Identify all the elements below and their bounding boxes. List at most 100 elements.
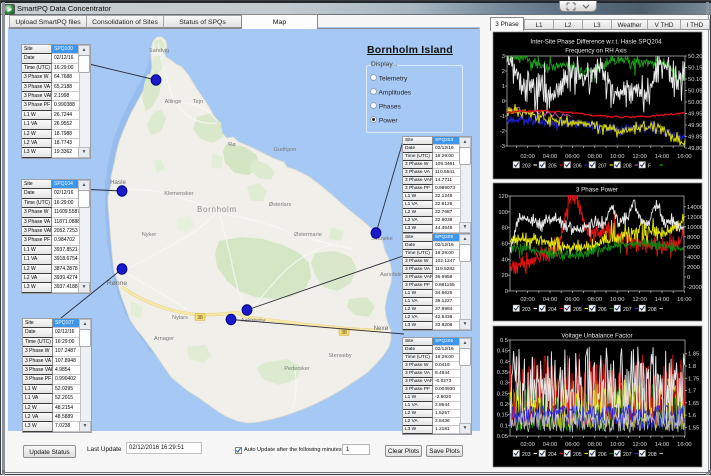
svg-text:50.20: 50.20 xyxy=(688,54,703,60)
svg-text:02:00: 02:00 xyxy=(520,297,535,303)
svg-text:16:00: 16:00 xyxy=(677,297,692,303)
svg-text:205: 205 xyxy=(573,307,582,313)
svg-text:204: 204 xyxy=(548,452,557,458)
svg-text:1.6: 1.6 xyxy=(688,413,696,419)
svg-text:207: 207 xyxy=(623,452,632,458)
svg-text:Gudhjem: Gudhjem xyxy=(274,147,297,153)
svg-text:1.7: 1.7 xyxy=(688,389,696,395)
svg-text:38: 38 xyxy=(341,330,347,336)
svg-text:Nylars: Nylars xyxy=(172,315,188,321)
svg-text:04:00: 04:00 xyxy=(543,297,558,303)
svg-text:1.75: 1.75 xyxy=(688,376,699,382)
svg-text:06:00: 06:00 xyxy=(565,154,580,160)
svg-text:0.15: 0.15 xyxy=(497,413,508,419)
svg-text:4000: 4000 xyxy=(687,255,700,261)
svg-text:Nexø: Nexø xyxy=(374,325,389,332)
svg-text:14000: 14000 xyxy=(687,205,703,211)
svg-text:-3: -3 xyxy=(500,144,505,150)
svg-text:Allinge: Allinge xyxy=(165,99,182,105)
svg-text:49.80: 49.80 xyxy=(688,146,703,152)
svg-text:Rønne: Rønne xyxy=(107,280,128,287)
svg-text:06:00: 06:00 xyxy=(565,442,580,448)
svg-text:14:00: 14:00 xyxy=(655,442,670,448)
svg-text:1.8: 1.8 xyxy=(688,364,696,370)
svg-text:02:00: 02:00 xyxy=(520,442,535,448)
svg-text:207: 207 xyxy=(623,307,632,313)
svg-text:206: 206 xyxy=(598,452,607,458)
svg-text:04:00: 04:00 xyxy=(543,154,558,160)
svg-text:-1: -1 xyxy=(500,114,505,120)
svg-text:6000: 6000 xyxy=(687,245,700,251)
svg-text:Tejn: Tejn xyxy=(193,99,203,105)
svg-text:203: 203 xyxy=(522,307,531,313)
svg-text:Stenseby: Stenseby xyxy=(328,353,352,359)
svg-text:08:00: 08:00 xyxy=(588,154,603,160)
svg-text:12000: 12000 xyxy=(687,215,703,221)
svg-text:2000: 2000 xyxy=(687,265,700,271)
svg-text:60: 60 xyxy=(502,242,508,248)
svg-text:206: 206 xyxy=(573,164,582,170)
svg-text:207: 207 xyxy=(598,164,607,170)
svg-text:100: 100 xyxy=(498,210,508,216)
svg-text:20: 20 xyxy=(502,273,508,279)
svg-text:12:00: 12:00 xyxy=(632,442,647,448)
svg-text:2: 2 xyxy=(502,69,505,75)
svg-text:50.05: 50.05 xyxy=(688,89,703,95)
svg-text:10000: 10000 xyxy=(687,225,703,231)
svg-text:8000: 8000 xyxy=(687,235,700,241)
svg-text:Østermarie: Østermarie xyxy=(294,232,322,238)
svg-text:205: 205 xyxy=(548,164,557,170)
svg-text:Hasle: Hasle xyxy=(110,179,126,186)
svg-text:Nyker: Nyker xyxy=(142,232,157,238)
svg-text:50.10: 50.10 xyxy=(688,77,703,83)
svg-text:203: 203 xyxy=(522,452,531,458)
svg-text:0.3: 0.3 xyxy=(500,381,508,387)
svg-text:49.95: 49.95 xyxy=(688,112,703,118)
svg-text:49.90: 49.90 xyxy=(688,123,703,129)
svg-text:0.25: 0.25 xyxy=(497,391,508,397)
svg-text:0.35: 0.35 xyxy=(497,370,508,376)
svg-text:0.4: 0.4 xyxy=(500,359,509,365)
svg-text:49.85: 49.85 xyxy=(688,135,703,141)
svg-text:Østerlars: Østerlars xyxy=(269,202,292,208)
svg-text:04:00: 04:00 xyxy=(543,442,558,448)
svg-text:208: 208 xyxy=(648,307,657,313)
svg-text:3 Phase Power: 3 Phase Power xyxy=(576,187,618,194)
svg-text:Bornholm: Bornholm xyxy=(197,205,237,214)
svg-text:Inter-Site Phase Difference w.: Inter-Site Phase Difference w.r.t. Hasle… xyxy=(530,39,662,46)
svg-text:08:00: 08:00 xyxy=(588,442,603,448)
svg-text:3: 3 xyxy=(502,54,505,60)
svg-text:Klemensker: Klemensker xyxy=(164,191,194,197)
svg-text:50.00: 50.00 xyxy=(688,100,703,106)
svg-text:Voltage Unbalance Factor: Voltage Unbalance Factor xyxy=(561,333,632,340)
svg-text:Arnager: Arnager xyxy=(154,336,174,342)
svg-text:0: 0 xyxy=(502,99,505,105)
svg-text:Aarsdale: Aarsdale xyxy=(380,272,402,278)
svg-text:14:00: 14:00 xyxy=(655,154,670,160)
svg-text:0: 0 xyxy=(687,275,690,281)
svg-text:10:00: 10:00 xyxy=(610,442,625,448)
svg-text:1.65: 1.65 xyxy=(688,401,699,407)
svg-text:206: 206 xyxy=(598,307,607,313)
svg-text:1: 1 xyxy=(502,84,505,90)
svg-text:38: 38 xyxy=(197,315,203,321)
svg-text:16:00: 16:00 xyxy=(677,442,692,448)
svg-text:0: 0 xyxy=(505,289,508,295)
svg-text:205: 205 xyxy=(573,452,582,458)
svg-text:Sandvig: Sandvig xyxy=(149,48,169,54)
svg-text:80: 80 xyxy=(502,226,508,232)
svg-text:0.2: 0.2 xyxy=(500,402,508,408)
svg-text:120: 120 xyxy=(498,194,508,200)
svg-text:0.45: 0.45 xyxy=(497,349,508,355)
svg-text:50.15: 50.15 xyxy=(688,66,703,72)
svg-text:203: 203 xyxy=(522,164,531,170)
svg-text:208: 208 xyxy=(648,452,657,458)
svg-text:12:00: 12:00 xyxy=(632,297,647,303)
svg-text:0.05: 0.05 xyxy=(497,434,508,440)
svg-text:10:00: 10:00 xyxy=(610,154,625,160)
svg-text:16:00: 16:00 xyxy=(677,154,692,160)
svg-text:-2000: -2000 xyxy=(687,285,702,291)
svg-text:06:00: 06:00 xyxy=(565,297,580,303)
svg-text:-2: -2 xyxy=(500,129,505,135)
svg-text:0.5: 0.5 xyxy=(500,338,508,344)
